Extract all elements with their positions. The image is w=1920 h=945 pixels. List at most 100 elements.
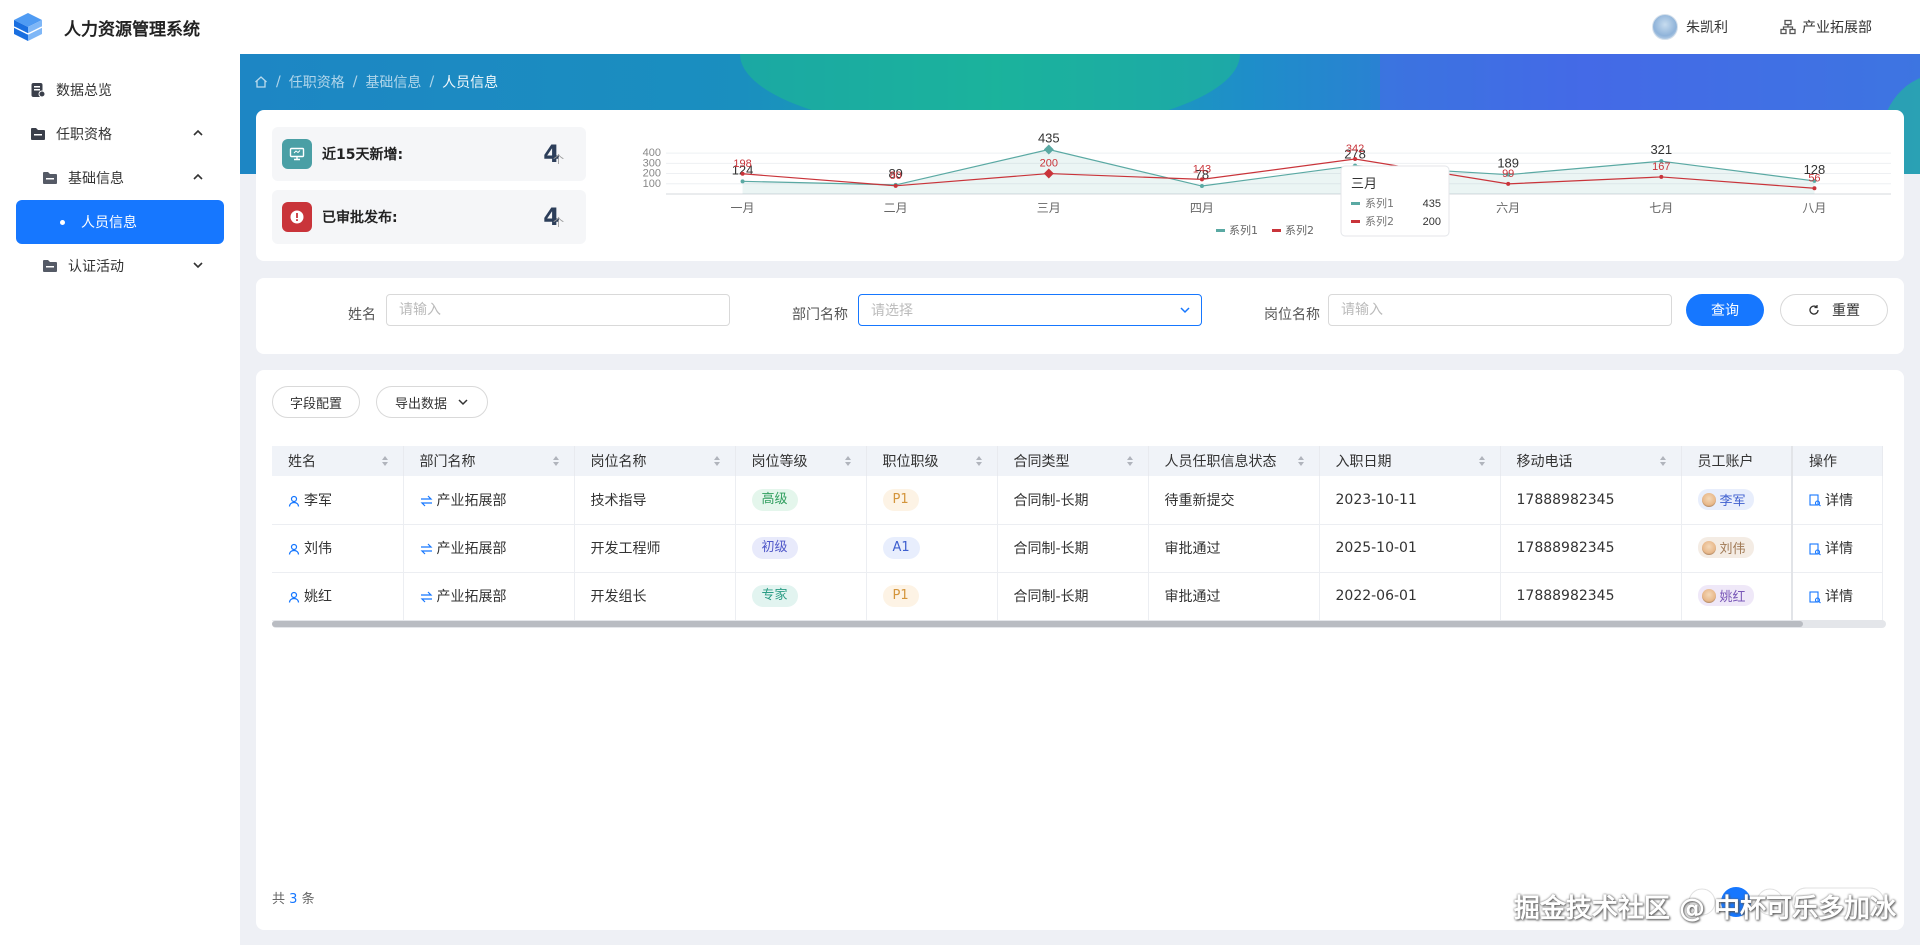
data-label: 80	[890, 170, 902, 182]
sidebar-item-label: 人员信息	[81, 215, 137, 231]
query-button[interactable]: 查询	[1686, 294, 1764, 326]
stat-label: 近15天新增:	[322, 147, 404, 163]
sort-icon[interactable]	[1297, 455, 1305, 471]
home-icon[interactable]	[254, 75, 268, 89]
sidebar-item-qualification[interactable]: 任职资格	[0, 112, 240, 156]
cell-account: 刘伟	[1681, 524, 1793, 573]
cell-status: 待重新提交	[1148, 476, 1320, 525]
watermark: 掘金技术社区 @ 中杯可乐多加冰	[1513, 894, 1896, 924]
rank-tag: P1	[882, 488, 919, 511]
folder-icon	[42, 259, 58, 273]
field-config-label: 字段配置	[289, 396, 342, 412]
dashboard-icon	[30, 82, 46, 98]
legend-marker	[1272, 229, 1281, 232]
sidebar-item-basic-info[interactable]: 基础信息	[0, 156, 240, 200]
sort-icon[interactable]	[1659, 455, 1667, 471]
cell-post: 开发工程师	[574, 524, 736, 573]
level-tag: 初级	[751, 537, 798, 559]
legend-label: 系列2	[1285, 223, 1314, 237]
dept-label: 部门名称	[792, 307, 848, 323]
y-tick-label: 100	[643, 178, 661, 190]
sort-icon[interactable]	[552, 455, 560, 471]
sidebar-item-personnel[interactable]: 人员信息	[16, 200, 224, 244]
data-label: 200	[1040, 158, 1058, 170]
detail-icon	[1809, 542, 1821, 555]
cell-phone: 17888982345	[1500, 476, 1682, 525]
column-header[interactable]: 合同类型	[997, 446, 1149, 476]
cell-name: 姚红	[272, 572, 404, 621]
reset-button[interactable]: 重置	[1780, 294, 1888, 326]
detail-icon	[1809, 494, 1821, 507]
cell-post: 技术指导	[574, 476, 736, 525]
main-content: / 任职资格 / 基础信息 / 人员信息 近15天新增: 4 个 已审批发布: …	[240, 54, 1920, 945]
data-point	[740, 171, 745, 176]
column-header[interactable]: 姓名	[272, 446, 404, 476]
chevron-down-icon	[458, 399, 468, 406]
refresh-icon	[1809, 305, 1819, 315]
column-header[interactable]: 人员任职信息状态	[1148, 446, 1320, 476]
horizontal-scrollbar-thumb[interactable]	[272, 621, 1803, 627]
breadcrumb-item[interactable]: 基础信息	[365, 72, 421, 92]
x-tick-label: 四月	[1190, 201, 1214, 215]
sidebar-item-label: 认证活动	[68, 259, 124, 275]
monitor-icon	[282, 139, 312, 169]
data-point	[1659, 174, 1664, 179]
cell-contract: 合同制-长期	[997, 476, 1149, 525]
rank-tag: A1	[882, 537, 920, 559]
tooltip-series-name: 系列1	[1365, 196, 1394, 210]
cell-action[interactable]: 详情	[1791, 572, 1883, 621]
rank-tag: P1	[882, 585, 919, 607]
cell-action[interactable]: 详情	[1791, 476, 1883, 525]
tooltip-title: 三月	[1351, 177, 1377, 192]
sort-icon[interactable]	[381, 455, 389, 471]
account-badge: 姚红	[1697, 585, 1754, 607]
sort-icon[interactable]	[1126, 455, 1134, 471]
sidebar-item-overview[interactable]: 数据总览	[0, 68, 240, 112]
cell-phone: 17888982345	[1500, 572, 1682, 621]
cell-phone: 17888982345	[1500, 524, 1682, 573]
sidebar-item-label: 数据总览	[56, 83, 112, 99]
dept-select[interactable]: 请选择	[858, 294, 1202, 326]
sort-icon[interactable]	[844, 455, 852, 471]
cell-rank: A1	[866, 524, 998, 573]
column-header: 操作	[1791, 446, 1883, 476]
tooltip-marker	[1351, 202, 1360, 205]
user-icon	[288, 495, 300, 507]
cell-dept: 产业拓展部	[403, 524, 575, 573]
cell-name: 李军	[272, 476, 404, 525]
cell-status: 审批通过	[1148, 524, 1320, 573]
field-config-button[interactable]: 字段配置	[272, 386, 360, 418]
cell-action[interactable]: 详情	[1791, 524, 1883, 573]
column-header[interactable]: 部门名称	[403, 446, 575, 476]
level-tag: 高级	[751, 488, 798, 511]
name-input[interactable]	[386, 294, 730, 326]
data-label: 198	[733, 158, 751, 170]
column-header[interactable]: 职位职级	[866, 446, 998, 476]
data-point	[893, 183, 898, 188]
swap-icon	[420, 495, 432, 507]
org-chart-icon	[1780, 19, 1796, 35]
app-title: 人力资源管理系统	[64, 19, 200, 40]
column-header[interactable]: 移动电话	[1500, 446, 1682, 476]
cell-level: 初级	[735, 524, 867, 573]
tooltip-series-name: 系列2	[1365, 214, 1394, 228]
post-input[interactable]	[1328, 294, 1672, 326]
department-switch[interactable]: 产业拓展部	[1780, 17, 1872, 37]
cell-rank: P1	[866, 476, 998, 525]
sidebar-item-certification[interactable]: 认证活动	[0, 244, 240, 288]
bullet-dot-icon	[60, 219, 65, 225]
sort-icon[interactable]	[975, 455, 983, 471]
column-header[interactable]: 入职日期	[1319, 446, 1501, 476]
column-header[interactable]: 岗位等级	[735, 446, 867, 476]
breadcrumb-item[interactable]: 任职资格	[289, 72, 345, 92]
detail-link: 详情	[1825, 492, 1853, 509]
user-menu[interactable]: 朱凯利	[1652, 14, 1728, 40]
sort-icon[interactable]	[713, 455, 721, 471]
sort-icon[interactable]	[1478, 455, 1486, 471]
column-header[interactable]: 岗位名称	[574, 446, 736, 476]
overview-card: 近15天新增: 4 个 已审批发布: 4 个 400 300 200 100 一月 二月三…	[256, 110, 1904, 261]
swap-icon	[420, 543, 432, 555]
export-button[interactable]: 导出数据	[376, 386, 488, 418]
chevron-up-icon	[193, 173, 203, 180]
app-header: 人力资源管理系统 朱凯利 产业拓展部	[0, 0, 1920, 54]
